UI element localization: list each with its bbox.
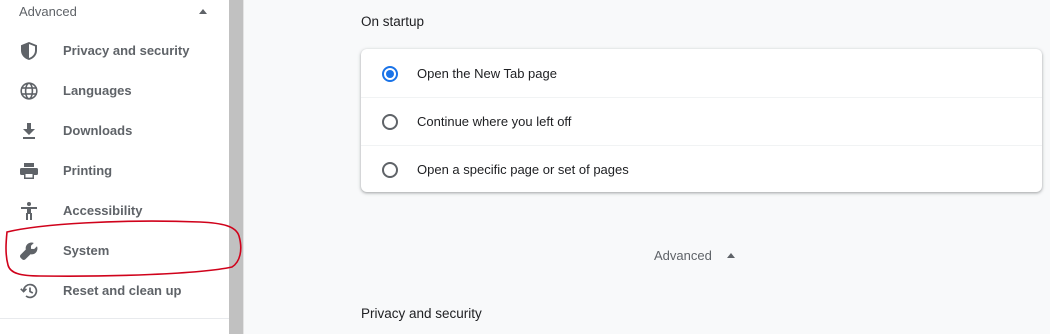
wrench-icon	[19, 241, 39, 261]
globe-icon	[19, 81, 39, 101]
sidebar-item-label: Languages	[63, 82, 132, 98]
sidebar-item-printing[interactable]: Printing	[0, 150, 229, 190]
printer-icon	[19, 161, 39, 181]
sidebar-advanced-header[interactable]: Advanced	[0, 0, 229, 22]
download-icon	[19, 121, 39, 141]
caret-up-icon	[199, 8, 207, 14]
radio-label: Open a specific page or set of pages	[417, 161, 629, 177]
sidebar-item-label: Printing	[63, 162, 113, 178]
radio-button[interactable]	[382, 114, 398, 130]
history-icon	[19, 281, 39, 301]
sidebar-item-downloads[interactable]: Downloads	[0, 110, 229, 150]
sidebar-item-label: Downloads	[63, 122, 133, 138]
advanced-toggle-button[interactable]: Advanced	[654, 248, 735, 263]
accessibility-icon	[19, 201, 39, 221]
shield-icon	[19, 41, 39, 61]
sidebar-item-system[interactable]: System	[0, 230, 229, 270]
radio-button-checked[interactable]	[382, 66, 398, 82]
sidebar-scrollbar[interactable]	[229, 0, 243, 334]
sidebar-divider	[0, 318, 229, 319]
sidebar-advanced-label: Advanced	[19, 3, 77, 19]
radio-button[interactable]	[382, 162, 398, 178]
sidebar-item-label: Accessibility	[63, 202, 143, 218]
scrollbar-edge	[243, 0, 244, 334]
advanced-label: Advanced	[654, 248, 712, 263]
startup-option-new-tab[interactable]: Open the New Tab page	[361, 49, 1042, 97]
caret-up-icon	[726, 253, 735, 258]
radio-label: Continue where you left off	[417, 113, 572, 129]
sidebar-item-accessibility[interactable]: Accessibility	[0, 190, 229, 230]
sidebar-item-label: Privacy and security	[63, 42, 190, 58]
privacy-section-title: Privacy and security	[361, 306, 482, 321]
startup-section-title: On startup	[361, 14, 425, 29]
sidebar-item-privacy[interactable]: Privacy and security	[0, 30, 229, 70]
sidebar-item-label: Reset and clean up	[63, 282, 182, 298]
startup-option-specific-pages[interactable]: Open a specific page or set of pages	[361, 145, 1042, 193]
startup-option-continue[interactable]: Continue where you left off	[361, 97, 1042, 145]
sidebar-item-languages[interactable]: Languages	[0, 70, 229, 110]
radio-label: Open the New Tab page	[417, 65, 557, 81]
sidebar-item-reset[interactable]: Reset and clean up	[0, 270, 229, 310]
startup-card: Open the New Tab page Continue where you…	[361, 49, 1042, 192]
sidebar-item-label: System	[63, 242, 110, 258]
sidebar: Advanced Privacy and security Languages …	[0, 0, 229, 334]
